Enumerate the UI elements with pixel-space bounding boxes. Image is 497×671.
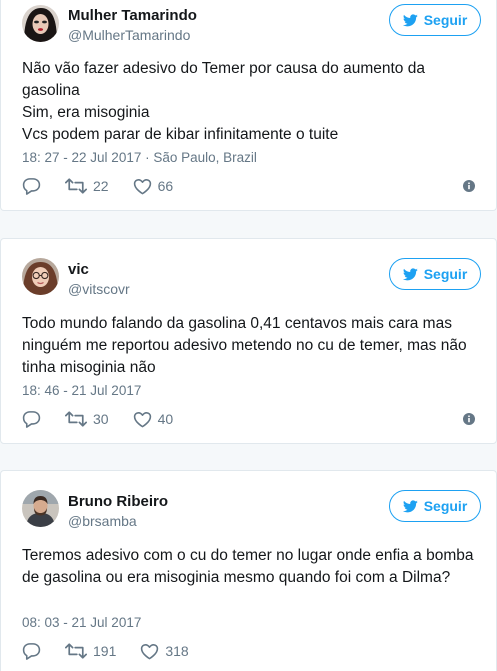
- like-count: 40: [157, 411, 174, 427]
- reply-button[interactable]: [22, 410, 41, 428]
- like-button[interactable]: 318: [140, 643, 189, 660]
- retweet-count: 30: [93, 411, 109, 427]
- follow-button-label: Seguir: [423, 498, 468, 514]
- avatar[interactable]: [22, 490, 59, 527]
- avatar[interactable]: [22, 258, 59, 295]
- tweet-line: Não vão fazer adesivo do Temer por causa…: [22, 60, 425, 99]
- tweet-actions: 191 318: [22, 641, 213, 661]
- follow-button-label: Seguir: [423, 12, 468, 28]
- tweet-actions: 30 40: [22, 409, 197, 429]
- tweet-line: Vcs podem parar de kibar infinitamente o…: [22, 126, 339, 143]
- retweet-button[interactable]: 191: [65, 642, 116, 660]
- follow-button-label: Seguir: [423, 266, 468, 282]
- reply-icon: [22, 178, 41, 195]
- retweet-count: 191: [93, 643, 117, 659]
- like-button[interactable]: 40: [133, 411, 174, 428]
- author-handle[interactable]: @MulherTamarindo: [68, 27, 190, 43]
- tweet-timestamp[interactable]: 18: 46 - 21 Jul 2017: [22, 383, 141, 398]
- heart-icon: [141, 643, 159, 659]
- like-count: 318: [165, 643, 189, 659]
- tweet-line: Teremos adesivo com o cu do temer no lug…: [22, 547, 474, 586]
- follow-button[interactable]: Seguir: [389, 490, 481, 522]
- author-name[interactable]: Mulher Tamarindo: [68, 7, 197, 24]
- retweet-button[interactable]: 22: [65, 177, 109, 195]
- tweet-text: Não vão fazer adesivo do Temer por causa…: [22, 58, 482, 146]
- retweet-icon: [65, 411, 87, 427]
- tweet-card: Mulher Tamarindo @MulherTamarindo Seguir…: [0, 0, 497, 211]
- heart-icon: [133, 178, 151, 194]
- tweet-line: Sim, era misoginia: [22, 104, 150, 121]
- tweet-card: vic @vitscovr Seguir Todo mundo falando …: [0, 238, 497, 444]
- reply-button[interactable]: [22, 642, 41, 660]
- follow-button[interactable]: Seguir: [389, 4, 481, 36]
- tweet-timestamp[interactable]: 08: 03 - 21 Jul 2017: [22, 615, 141, 630]
- heart-icon: [133, 411, 151, 427]
- twitter-bird-icon: [402, 499, 418, 512]
- like-count: 66: [157, 178, 174, 194]
- retweet-button[interactable]: 30: [65, 410, 109, 428]
- reply-icon: [22, 643, 41, 660]
- author-handle[interactable]: @brsamba: [68, 513, 137, 529]
- author-name[interactable]: Bruno Ribeiro: [68, 493, 168, 510]
- retweet-icon: [65, 643, 87, 659]
- author-name[interactable]: vic: [68, 261, 89, 278]
- info-icon[interactable]: [463, 413, 475, 425]
- info-icon[interactable]: [463, 180, 475, 192]
- reply-button[interactable]: [22, 177, 41, 195]
- twitter-bird-icon: [402, 13, 418, 26]
- author-handle[interactable]: @vitscovr: [68, 281, 130, 297]
- avatar[interactable]: [22, 5, 59, 42]
- tweet-actions: 22 66: [22, 176, 197, 196]
- like-button[interactable]: 66: [133, 178, 174, 195]
- twitter-bird-icon: [402, 267, 418, 280]
- reply-icon: [22, 411, 41, 428]
- retweet-count: 22: [93, 178, 109, 194]
- tweet-timestamp[interactable]: 18: 27 - 22 Jul 2017 · São Paulo, Brazil: [22, 150, 257, 165]
- tweet-line: Todo mundo falando da gasolina 0,41 cent…: [22, 315, 467, 376]
- tweet-card: Bruno Ribeiro @brsamba Seguir Teremos ad…: [0, 470, 497, 671]
- tweet-text: Todo mundo falando da gasolina 0,41 cent…: [22, 313, 482, 379]
- retweet-icon: [65, 178, 87, 194]
- follow-button[interactable]: Seguir: [389, 258, 481, 290]
- tweet-text: Teremos adesivo com o cu do temer no lug…: [22, 545, 482, 589]
